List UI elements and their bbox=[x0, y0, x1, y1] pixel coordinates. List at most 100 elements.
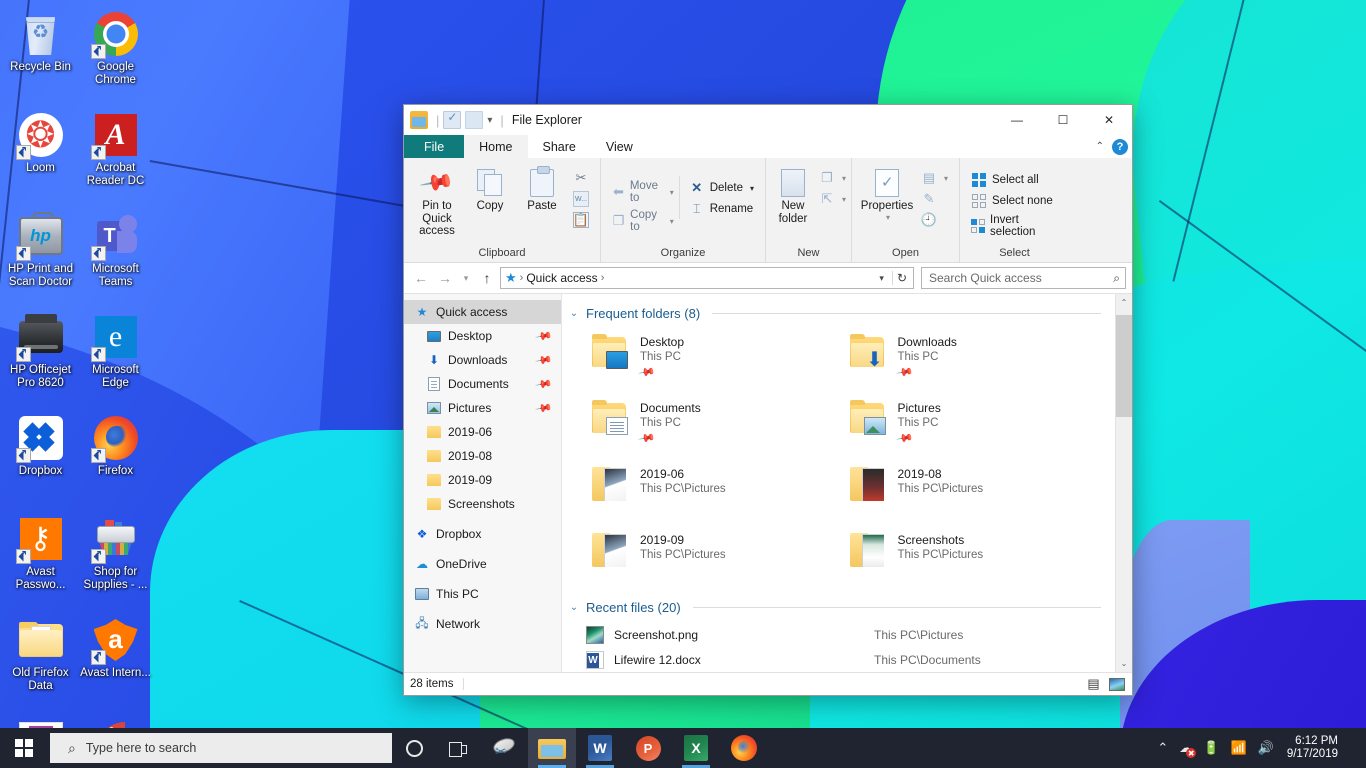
sidebar-item-downloads[interactable]: ⬇ Downloads 📌 bbox=[404, 348, 561, 372]
content-pane[interactable]: ⌄ Frequent folders (8) Desktop This PC 📌 bbox=[562, 294, 1132, 672]
desktop-icon-hp-print-scan-doctor[interactable]: HP Print and Scan Doctor bbox=[3, 206, 78, 306]
sidebar-item-2019-06[interactable]: 2019-06 bbox=[404, 420, 561, 444]
folder-tile-2019-06[interactable]: 2019-06 This PC\Pictures bbox=[586, 462, 844, 518]
clipboard-small-buttons[interactable]: ✂ W... 📋 bbox=[568, 164, 594, 230]
desktop-icon-dropbox[interactable]: Dropbox bbox=[3, 408, 78, 508]
delete-button[interactable]: ✕ Delete ▾ bbox=[684, 178, 759, 198]
task-view-button[interactable] bbox=[436, 728, 480, 768]
file-explorer-window[interactable]: | ▾ | File Explorer — ☐ ✕ File Home Shar… bbox=[403, 104, 1133, 696]
ribbon-group-new-body[interactable]: New folder ❐ ▾ ⇱ ▾ bbox=[766, 162, 851, 247]
chevron-down-icon[interactable]: ▾ bbox=[670, 188, 674, 197]
ribbon-tabs[interactable]: File Home Share View ⌃ ? bbox=[404, 135, 1132, 158]
open-small-buttons[interactable]: ▤ ▾ ✎ 🕘 bbox=[916, 164, 953, 230]
maximize-button[interactable]: ☐ bbox=[1040, 105, 1086, 135]
rename-button[interactable]: ⌶ Rename bbox=[684, 199, 759, 219]
breadcrumb-quick-access[interactable]: Quick access bbox=[526, 271, 597, 285]
content-scroll-area[interactable]: ⌄ Frequent folders (8) Desktop This PC 📌 bbox=[562, 294, 1132, 672]
copy-button[interactable]: Copy bbox=[464, 164, 516, 213]
sidebar-item-dropbox[interactable]: ❖ Dropbox bbox=[404, 522, 561, 546]
folder-tile-pictures[interactable]: Pictures This PC 📌 bbox=[844, 396, 1102, 452]
sidebar-item-2019-09[interactable]: 2019-09 bbox=[404, 468, 561, 492]
move-to-button[interactable]: ⬅ Move to ▾ bbox=[607, 178, 679, 206]
chevron-down-icon[interactable]: ▾ bbox=[750, 184, 754, 193]
taskbar-app-firefox[interactable] bbox=[720, 728, 768, 768]
recent-files-header[interactable]: ⌄ Recent files (20) bbox=[562, 596, 1115, 618]
search-box[interactable]: ⌕ bbox=[921, 267, 1126, 289]
scrollbar-track[interactable] bbox=[1115, 311, 1132, 655]
folder-tile-2019-08[interactable]: 2019-08 This PC\Pictures bbox=[844, 462, 1102, 518]
desktop-icon-avast-internet-security[interactable]: Avast Intern... bbox=[78, 610, 153, 710]
ribbon-right-controls[interactable]: ⌃ ? bbox=[1096, 135, 1128, 158]
breadcrumb-separator-2[interactable]: › bbox=[601, 272, 605, 284]
tab-share[interactable]: Share bbox=[528, 135, 591, 158]
address-bar-row[interactable]: ← → ▾ ↑ ★ › Quick access › ▾ ↻ ⌕ bbox=[404, 263, 1132, 293]
select-buttons[interactable]: Select all Select none Invert selection bbox=[966, 168, 1063, 240]
desktop-icon-loom[interactable]: Loom bbox=[3, 105, 78, 205]
new-item-button[interactable]: ❐ ▾ bbox=[814, 168, 851, 188]
properties-checkbox-icon[interactable] bbox=[443, 110, 462, 129]
folder-tile-documents[interactable]: Documents This PC 📌 bbox=[586, 396, 844, 452]
frequent-folders-grid[interactable]: Desktop This PC 📌 ⬇ Downloads This PC 📌 bbox=[562, 324, 1115, 584]
folder-tile-downloads[interactable]: ⬇ Downloads This PC 📌 bbox=[844, 330, 1102, 386]
chevron-down-icon[interactable]: ⌄ bbox=[568, 602, 580, 613]
sidebar-item-desktop[interactable]: Desktop 📌 bbox=[404, 324, 561, 348]
wifi-icon[interactable]: 📶 bbox=[1230, 740, 1246, 756]
ribbon[interactable]: 📌 Pin to Quick access Copy Paste ✂ W... … bbox=[404, 158, 1132, 263]
desktop-icon-google-chrome[interactable]: Google Chrome bbox=[78, 4, 153, 104]
sidebar-item-documents[interactable]: Documents 📌 bbox=[404, 372, 561, 396]
history-button[interactable]: 🕘 bbox=[916, 210, 953, 230]
cut-button[interactable]: ✂ bbox=[568, 168, 594, 188]
view-mode-buttons[interactable]: ▤ bbox=[1084, 676, 1126, 692]
onedrive-error-icon[interactable]: ☁ bbox=[1179, 740, 1197, 758]
details-view-icon[interactable]: ▤ bbox=[1084, 676, 1102, 692]
taskbar-app-word[interactable] bbox=[576, 728, 624, 768]
start-button[interactable] bbox=[0, 728, 48, 768]
content-scrollbar[interactable]: ⌃ ⌄ bbox=[1115, 294, 1132, 672]
search-input[interactable] bbox=[927, 270, 1114, 286]
title-bar[interactable]: | ▾ | File Explorer — ☐ ✕ bbox=[404, 105, 1132, 135]
battery-icon[interactable]: 🔋 bbox=[1203, 740, 1219, 756]
notification-center-button[interactable] bbox=[1349, 728, 1357, 768]
taskbar-app-powerpoint[interactable] bbox=[624, 728, 672, 768]
desktop-icon-recycle-bin[interactable]: Recycle Bin bbox=[3, 4, 78, 104]
scroll-up-button[interactable]: ⌃ bbox=[1116, 294, 1133, 311]
open-with-button[interactable]: ▤ ▾ bbox=[916, 168, 953, 188]
help-icon[interactable]: ? bbox=[1112, 138, 1128, 155]
up-button[interactable]: ↑ bbox=[476, 267, 498, 289]
sidebar-item-network[interactable]: 🖧 Network bbox=[404, 612, 561, 636]
easy-access-button[interactable]: ⇱ ▾ bbox=[814, 189, 851, 209]
new-folder-icon[interactable] bbox=[465, 111, 484, 129]
address-bar[interactable]: ★ › Quick access › ▾ ↻ bbox=[500, 267, 914, 289]
frequent-folders-header[interactable]: ⌄ Frequent folders (8) bbox=[562, 302, 1115, 324]
ribbon-group-select-body[interactable]: Select all Select none Invert selection bbox=[960, 162, 1069, 247]
scrollbar-thumb[interactable] bbox=[1115, 315, 1132, 417]
desktop-icon-grid[interactable]: Recycle Bin Google Chrome Loom Acrobat R… bbox=[0, 0, 230, 766]
cortana-button[interactable] bbox=[392, 728, 436, 768]
chevron-up-icon[interactable]: ⌃ bbox=[1096, 141, 1104, 152]
select-all-button[interactable]: Select all bbox=[966, 170, 1063, 190]
search-icon[interactable]: ⌕ bbox=[1113, 271, 1120, 286]
system-tray[interactable]: ⌃ ☁ 🔋 📶 🔊 6:12 PM 9/17/2019 bbox=[1157, 728, 1366, 768]
organize-left-column[interactable]: ⬅ Move to ▾ ❐ Copy to ▾ bbox=[607, 176, 679, 235]
tab-file[interactable]: File bbox=[404, 135, 465, 158]
taskbar-search-box[interactable]: ⌕ Type here to search bbox=[50, 733, 392, 763]
minimize-button[interactable]: — bbox=[994, 105, 1040, 135]
desktop-icon-firefox[interactable]: Firefox bbox=[78, 408, 153, 508]
organize-right-column[interactable]: ✕ Delete ▾ ⌶ Rename bbox=[678, 176, 759, 219]
desktop-icon-acrobat-reader[interactable]: Acrobat Reader DC bbox=[78, 105, 153, 205]
ribbon-group-clipboard-body[interactable]: 📌 Pin to Quick access Copy Paste ✂ W... … bbox=[404, 162, 600, 247]
scroll-down-button[interactable]: ⌄ bbox=[1116, 655, 1133, 672]
folder-tile-2019-09[interactable]: 2019-09 This PC\Pictures bbox=[586, 528, 844, 584]
ribbon-group-organize-body[interactable]: ⬅ Move to ▾ ❐ Copy to ▾ ✕ Delete ▾ ⌶ Ren… bbox=[601, 162, 765, 247]
large-icons-view-icon[interactable] bbox=[1108, 676, 1126, 692]
recent-locations-button[interactable]: ▾ bbox=[458, 267, 474, 289]
properties-button[interactable]: Properties ▾ bbox=[858, 164, 916, 222]
sidebar-item-this-pc[interactable]: This PC bbox=[404, 582, 561, 606]
paste-shortcut-button[interactable]: 📋 bbox=[568, 210, 594, 230]
chevron-down-icon[interactable]: ▾ bbox=[944, 174, 948, 183]
sidebar-item-screenshots[interactable]: Screenshots bbox=[404, 492, 561, 516]
window-controls[interactable]: — ☐ ✕ bbox=[994, 105, 1132, 135]
pin-to-quick-access-button[interactable]: 📌 Pin to Quick access bbox=[410, 164, 464, 238]
select-none-button[interactable]: Select none bbox=[966, 191, 1063, 211]
paste-button[interactable]: Paste bbox=[516, 164, 568, 213]
